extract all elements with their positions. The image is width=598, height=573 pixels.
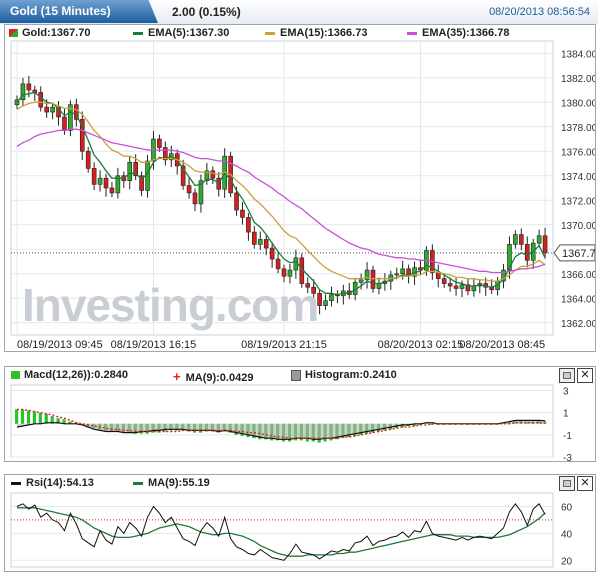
candle: [127, 161, 133, 181]
histogram-bar: [32, 411, 36, 424]
candle: [145, 160, 150, 191]
candle: [91, 168, 97, 185]
plot-frame: [10, 384, 554, 458]
candle: [234, 192, 239, 211]
candle: [394, 273, 400, 276]
candle: [287, 269, 293, 277]
candle: [453, 285, 459, 289]
candle: [62, 116, 67, 131]
watermark-logo: Investing.com: [22, 279, 319, 331]
candle: [257, 239, 263, 245]
candle: [44, 106, 49, 113]
candle: [471, 285, 477, 292]
rsi-line: [16, 502, 546, 561]
y-tick-label: 1384.00: [561, 49, 595, 60]
candle: [524, 244, 530, 261]
rsi-ma-line: [17, 507, 546, 557]
y-tick-label: 1372.00: [561, 196, 595, 207]
candle: [447, 283, 453, 287]
y-tick-label: -3: [563, 453, 572, 461]
candle: [252, 231, 257, 245]
candle: [109, 187, 115, 194]
x-tick-label: 08/20/2013 08:45: [459, 339, 545, 351]
candle: [97, 177, 103, 185]
candle: [210, 170, 216, 179]
candle: [441, 278, 447, 284]
y-tick-label: 1: [563, 409, 569, 420]
candle: [50, 106, 55, 113]
instrument-title: Gold (15 Minutes): [10, 4, 111, 18]
y-tick-label: 1362.00: [561, 319, 595, 330]
y-tick-label: 3: [563, 387, 569, 398]
y-tick-label: -1: [563, 431, 572, 442]
y-tick-label: 1376.00: [561, 147, 595, 158]
candle: [329, 294, 334, 302]
y-tick-label: 1366.00: [561, 270, 595, 281]
candle: [240, 209, 245, 218]
candle: [275, 258, 281, 270]
y-tick-label: 1370.00: [561, 221, 595, 232]
candle: [364, 269, 370, 281]
candle: [358, 279, 364, 283]
y-tick-label: 60: [561, 502, 573, 513]
x-tick-label: 08/20/2013 02:15: [378, 339, 464, 351]
candle: [542, 235, 548, 254]
price-change: 2.00 (0.15%): [172, 5, 241, 19]
y-tick-label: 40: [561, 529, 573, 540]
y-tick-label: 20: [561, 556, 573, 567]
instrument-tab[interactable]: Gold (15 Minutes): [0, 0, 158, 23]
histogram-bar: [38, 412, 42, 424]
candle: [323, 300, 328, 306]
candle: [536, 235, 542, 244]
plot-frame: [10, 492, 554, 568]
rsi-panel: Rsi(14):54.13 MA(9):55.19 ✕ 60 40 20: [4, 474, 596, 572]
x-tick-label: 08/19/2013 09:45: [17, 339, 103, 351]
ema5-line: [16, 91, 546, 296]
y-tick-label: 1382.00: [561, 74, 595, 85]
candle: [459, 284, 465, 289]
candle: [103, 177, 109, 189]
ema35-line: [16, 128, 546, 274]
y-tick-label: 1378.00: [561, 123, 595, 134]
candle: [186, 185, 192, 194]
candle: [519, 234, 524, 245]
last-update-datetime: 08/20/2013 08:56:54: [489, 6, 590, 18]
histogram-bar: [26, 410, 31, 424]
rsi-chart[interactable]: 60 40 20: [5, 475, 595, 571]
y-tick-label: 1380.00: [561, 98, 595, 109]
candle: [38, 92, 44, 108]
histogram-bar: [15, 409, 19, 424]
candle: [246, 217, 251, 233]
chart-header: Gold (15 Minutes) 2.00 (0.15%) 08/20/201…: [0, 0, 598, 24]
candle: [85, 150, 91, 169]
x-tick-label: 08/19/2013 21:15: [241, 339, 327, 351]
candle: [513, 234, 518, 245]
candle: [26, 83, 32, 91]
x-tick-label: 08/19/2013 16:15: [111, 339, 197, 351]
candle: [269, 247, 275, 260]
candle: [157, 138, 162, 148]
candle: [263, 239, 269, 249]
candle: [376, 283, 382, 289]
candle: [281, 268, 287, 277]
y-tick-label: 1364.00: [561, 294, 595, 305]
macd-chart[interactable]: 3 1 -1 -3: [5, 367, 595, 461]
macd-panel: Macd(12,26)):0.2840 + MA(9):0.0429 Histog…: [4, 366, 596, 462]
histogram-bar: [20, 409, 25, 424]
ema15-line: [16, 101, 546, 282]
candle: [192, 192, 198, 205]
y-tick-label: 1374.00: [561, 172, 595, 183]
last-price-label: 1367.70: [562, 248, 595, 260]
candle: [400, 268, 405, 275]
